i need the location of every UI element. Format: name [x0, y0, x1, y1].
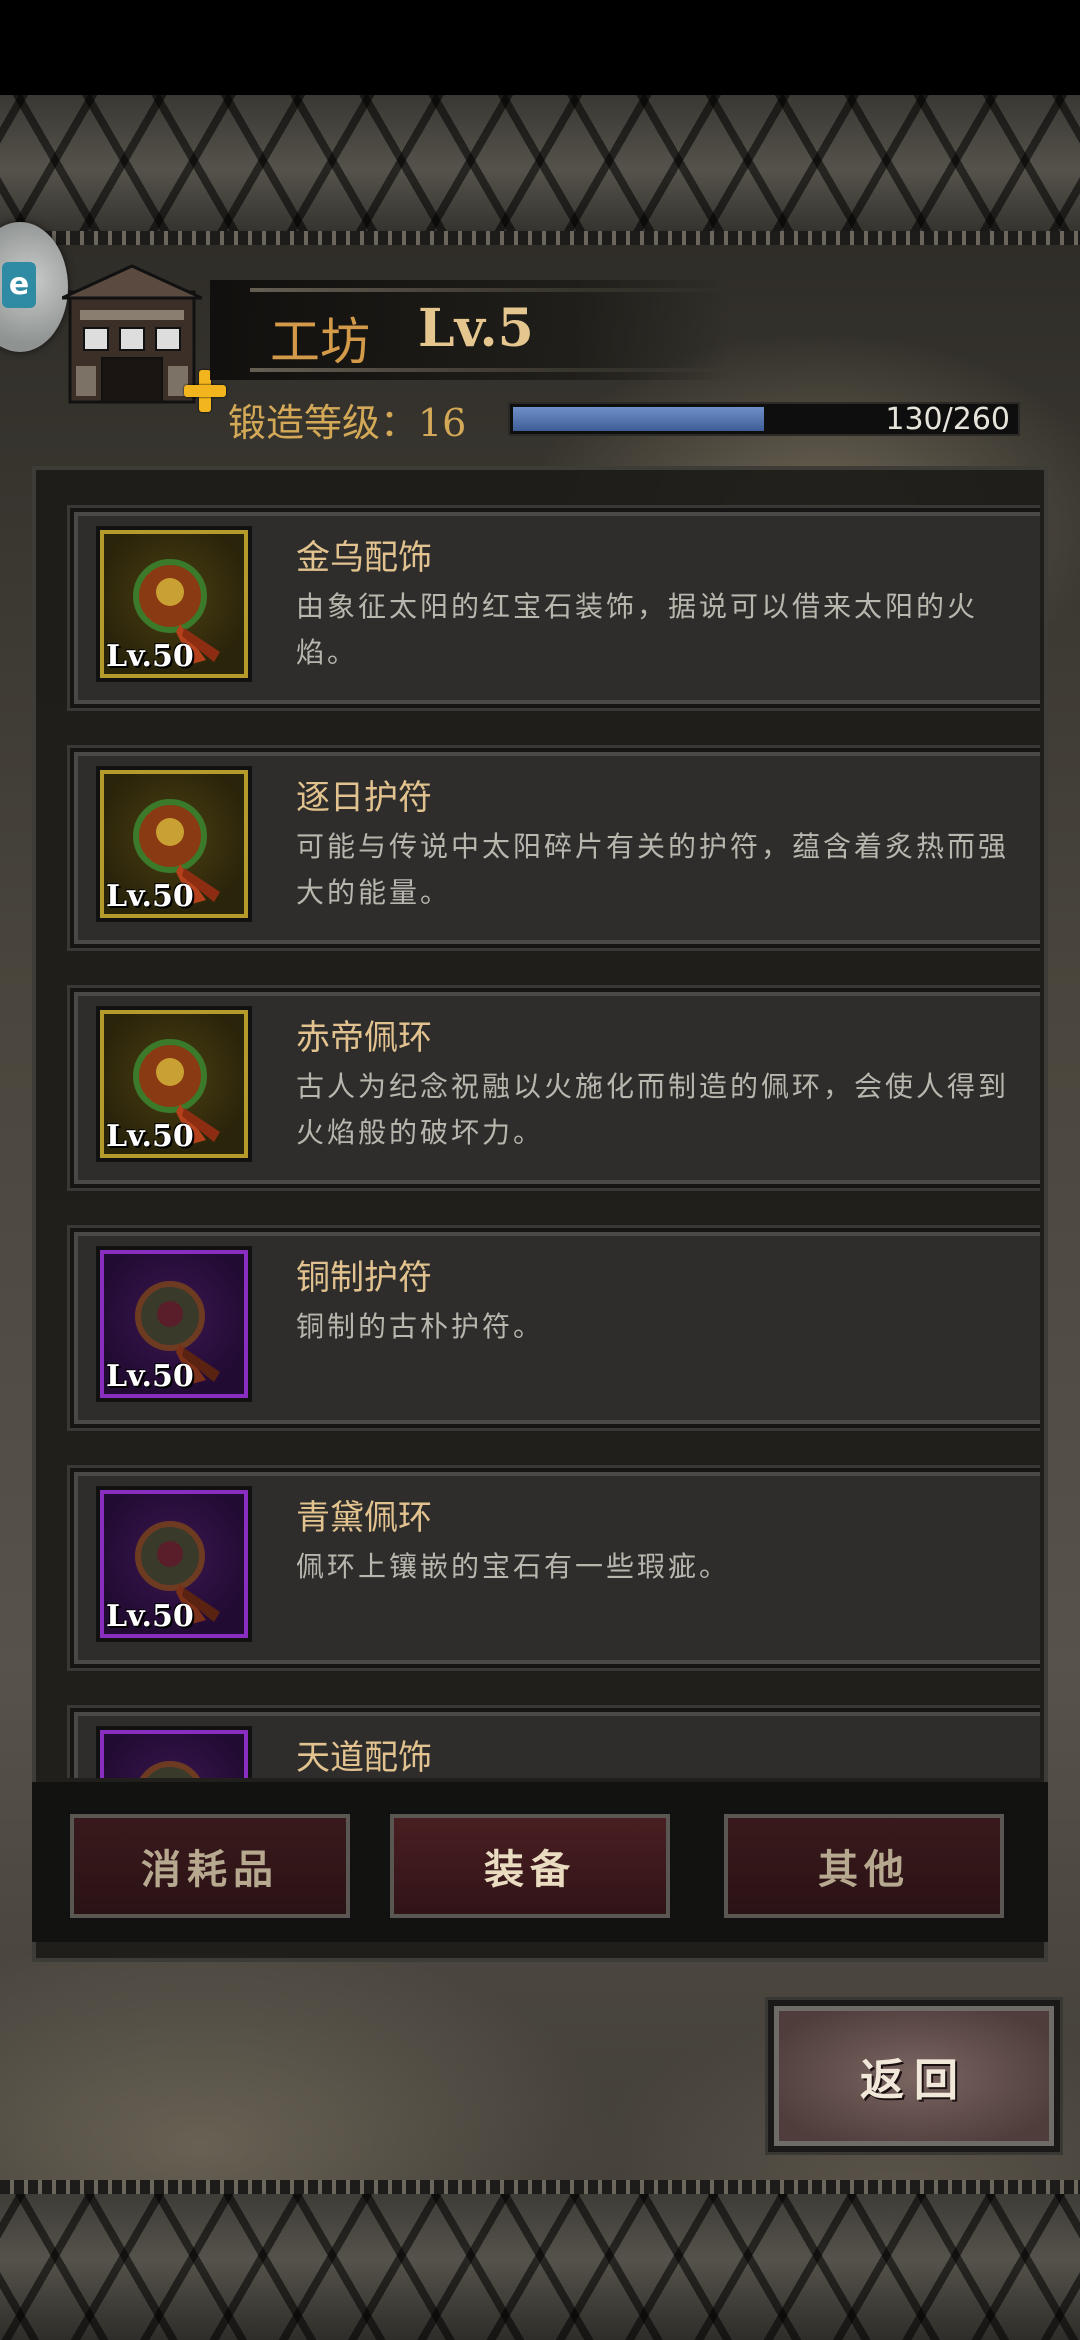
- item-description: 由象征太阳的红宝石装饰，据说可以借来太阳的火焰。: [296, 590, 979, 669]
- item-thumbnail[interactable]: Lv.50: [96, 1006, 252, 1162]
- game-screen: e 工坊 Lv.5 锻造等级：16 130/260 Lv.50 金乌配饰由象征太阳…: [0, 0, 1080, 2340]
- item-list[interactable]: Lv.50 金乌配饰由象征太阳的红宝石装饰，据说可以借来太阳的火焰。 Lv.50 逐日…: [40, 496, 1040, 1778]
- item-row[interactable]: 天道配饰: [70, 1708, 1040, 1778]
- item-description: 佩环上镶嵌的宝石有一些瑕疵。: [296, 1550, 731, 1583]
- bottom-decorative-band: [0, 2180, 1080, 2340]
- side-badge-label: e: [2, 262, 36, 308]
- item-thumbnail[interactable]: Lv.50: [96, 766, 252, 922]
- item-row[interactable]: Lv.50 青黛佩环佩环上镶嵌的宝石有一些瑕疵。: [70, 1468, 1040, 1668]
- forge-exp-text: 130/260: [885, 402, 1010, 437]
- tab-equipment[interactable]: 装备: [386, 1810, 674, 1922]
- item-thumbnail[interactable]: [96, 1726, 252, 1778]
- item-name: 金乌配饰: [296, 538, 432, 578]
- tab-other[interactable]: 其他: [720, 1810, 1008, 1922]
- item-level: Lv.50: [106, 1359, 194, 1394]
- item-level: Lv.50: [106, 879, 194, 914]
- item-name: 逐日护符: [296, 778, 432, 818]
- item-row[interactable]: Lv.50 赤帝佩环古人为纪念祝融以火施化而制造的佩环，会使人得到火焰般的破坏力。: [70, 988, 1040, 1188]
- item-level: Lv.50: [106, 1599, 194, 1634]
- forge-level-label: 锻造等级：16: [228, 401, 467, 445]
- item-description: 古人为纪念祝融以火施化而制造的佩环，会使人得到火焰般的破坏力。: [296, 1070, 1010, 1149]
- item-level: Lv.50: [106, 639, 194, 674]
- workshop-building-icon[interactable]: [62, 262, 202, 412]
- item-level: Lv.50: [106, 1119, 194, 1154]
- item-name: 铜制护符: [296, 1258, 432, 1298]
- item-art-icon: [139, 1761, 201, 1778]
- item-name: 青黛佩环: [296, 1498, 432, 1538]
- item-name: 天道配饰: [296, 1738, 432, 1778]
- item-name: 赤帝佩环: [296, 1018, 432, 1058]
- back-button[interactable]: 返回: [768, 2000, 1060, 2152]
- top-decorative-band: [0, 95, 1080, 245]
- workshop-level: Lv.5: [418, 298, 534, 359]
- item-description: 铜制的古朴护符。: [296, 1310, 545, 1343]
- item-row[interactable]: Lv.50 铜制护符铜制的古朴护符。: [70, 1228, 1040, 1428]
- item-row[interactable]: Lv.50 金乌配饰由象征太阳的红宝石装饰，据说可以借来太阳的火焰。: [70, 508, 1040, 708]
- tab-consumables[interactable]: 消耗品: [66, 1810, 354, 1922]
- item-row[interactable]: Lv.50 逐日护符可能与传说中太阳碎片有关的护符，蕴含着炙热而强大的能量。: [70, 748, 1040, 948]
- item-thumbnail[interactable]: Lv.50: [96, 526, 252, 682]
- forge-exp-fill: [513, 407, 764, 431]
- forge-exp-bar: 130/260: [508, 402, 1020, 437]
- item-thumbnail[interactable]: Lv.50: [96, 1246, 252, 1402]
- item-description: 可能与传说中太阳碎片有关的护符，蕴含着炙热而强大的能量。: [296, 830, 1010, 909]
- item-thumbnail[interactable]: Lv.50: [96, 1486, 252, 1642]
- workshop-title: 工坊: [270, 313, 370, 371]
